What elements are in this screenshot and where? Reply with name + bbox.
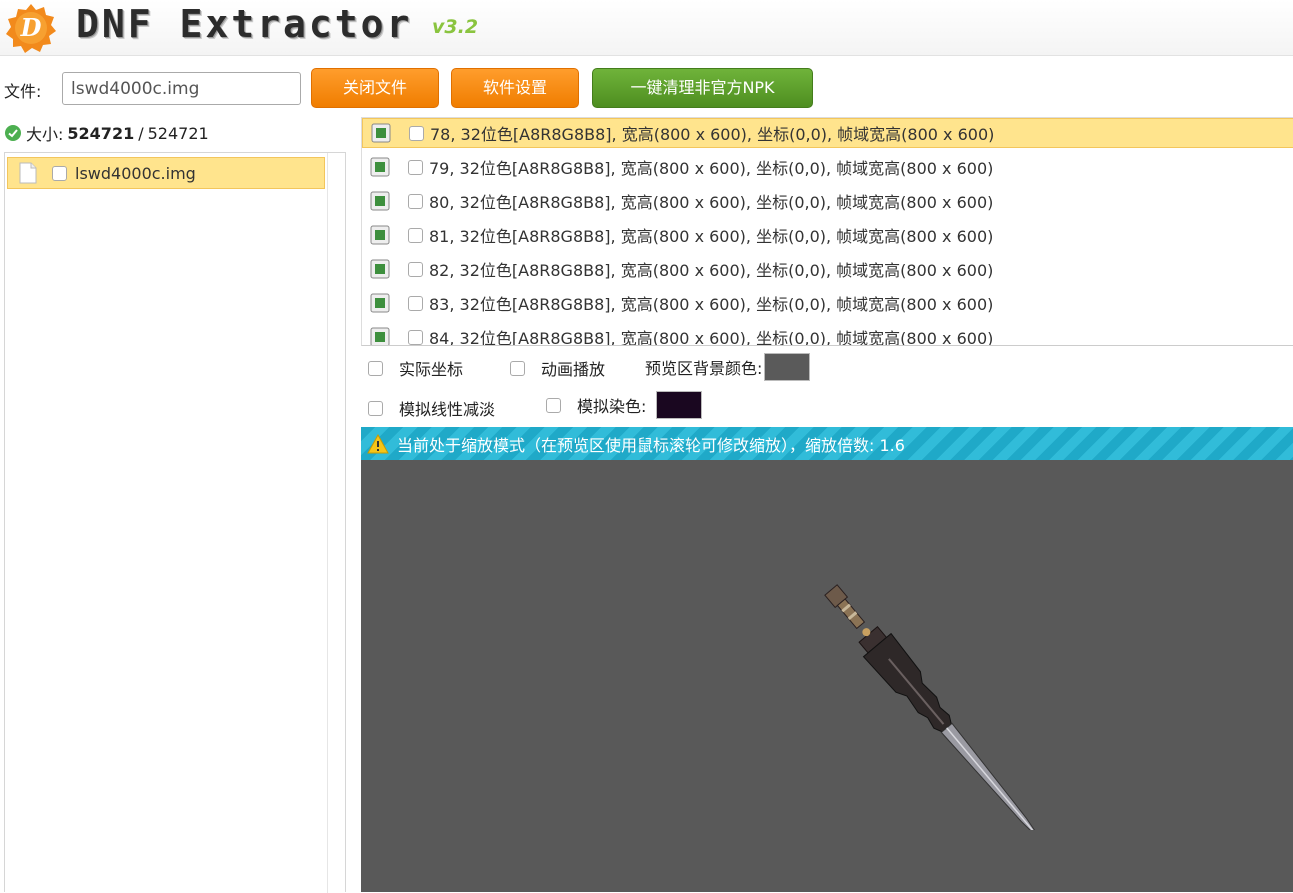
option-bg-color: 预览区背景颜色: — [645, 353, 811, 381]
frame-text: 83, 32位色[A8R8G8B8], 宽高(800 x 600), 坐标(0,… — [429, 295, 994, 314]
bg-color-swatch[interactable] — [764, 353, 811, 381]
app-header: D DNF Extractor v3.2 — [0, 0, 1293, 56]
sword-sprite — [824, 584, 1044, 830]
frame-text: 79, 32位色[A8R8G8B8], 宽高(800 x 600), 坐标(0,… — [429, 159, 994, 178]
actual-coords-checkbox[interactable] — [368, 360, 383, 376]
frame-row[interactable]: 81, 32位色[A8R8G8B8], 宽高(800 x 600), 坐标(0,… — [362, 220, 1293, 250]
actual-coords-label: 实际坐标 — [399, 360, 464, 379]
file-icon — [19, 162, 37, 184]
image-icon — [370, 191, 390, 211]
tree-item-checkbox[interactable] — [52, 165, 67, 181]
option-linear-dodge[interactable]: 模拟线性减淡 — [368, 396, 495, 420]
frame-row[interactable]: 82, 32位色[A8R8G8B8], 宽高(800 x 600), 坐标(0,… — [362, 254, 1293, 284]
frame-checkbox[interactable] — [408, 193, 423, 209]
file-label: 文件: — [4, 82, 42, 101]
tint-label: 模拟染色: — [577, 397, 647, 416]
frame-row[interactable]: 80, 32位色[A8R8G8B8], 宽高(800 x 600), 坐标(0,… — [362, 186, 1293, 216]
frame-text: 82, 32位色[A8R8G8B8], 宽高(800 x 600), 坐标(0,… — [429, 261, 994, 280]
image-icon — [370, 327, 390, 345]
file-tree[interactable]: lswd4000c.img — [4, 152, 346, 893]
clean-npk-button[interactable]: 一键清理非官方NPK — [592, 68, 813, 108]
frame-checkbox[interactable] — [408, 295, 423, 311]
tint-color-swatch[interactable] — [656, 391, 703, 419]
zoom-mode-banner: 当前处于缩放模式（在预览区使用鼠标滚轮可修改缩放），缩放倍数: 1.6 — [361, 427, 1293, 460]
app-title: DNF Extractor — [76, 2, 413, 46]
logo-letter: D — [20, 13, 42, 42]
frame-text: 84, 32位色[A8R8G8B8], 宽高(800 x 600), 坐标(0,… — [429, 329, 994, 346]
frame-row[interactable]: 83, 32位色[A8R8G8B8], 宽高(800 x 600), 坐标(0,… — [362, 288, 1293, 318]
frame-checkbox[interactable] — [408, 329, 423, 345]
size-total: 524721 — [147, 123, 209, 143]
size-info: 大小: 524721 / 524721 — [4, 121, 209, 145]
frame-row[interactable]: 78, 32位色[A8R8G8B8], 宽高(800 x 600), 坐标(0,… — [362, 118, 1293, 148]
image-icon — [370, 293, 390, 313]
preview-canvas[interactable] — [361, 460, 1293, 892]
close-file-button[interactable]: 关闭文件 — [311, 68, 439, 108]
tree-scrollbar[interactable] — [327, 153, 345, 893]
tree-item-file[interactable]: lswd4000c.img — [7, 157, 325, 189]
zoom-banner-text: 当前处于缩放模式（在预览区使用鼠标滚轮可修改缩放），缩放倍数: 1.6 — [397, 435, 905, 455]
image-icon — [370, 259, 390, 279]
frame-checkbox[interactable] — [408, 227, 423, 243]
size-separator: / — [138, 123, 144, 143]
frame-checkbox[interactable] — [409, 125, 424, 141]
frame-row[interactable]: 79, 32位色[A8R8G8B8], 宽高(800 x 600), 坐标(0,… — [362, 152, 1293, 182]
option-animation[interactable]: 动画播放 — [510, 356, 605, 380]
image-icon — [370, 157, 390, 177]
linear-dodge-checkbox[interactable] — [368, 400, 383, 416]
frame-checkbox[interactable] — [408, 159, 423, 175]
option-actual-coords[interactable]: 实际坐标 — [368, 356, 463, 380]
file-path-input[interactable] — [62, 72, 301, 105]
animation-label: 动画播放 — [541, 360, 606, 379]
frame-text: 78, 32位色[A8R8G8B8], 宽高(800 x 600), 坐标(0,… — [430, 125, 995, 144]
warning-icon — [367, 433, 389, 453]
settings-button[interactable]: 软件设置 — [451, 68, 579, 108]
check-circle-icon — [5, 125, 21, 141]
option-tint[interactable]: 模拟染色: — [546, 391, 703, 419]
frame-row[interactable]: 84, 32位色[A8R8G8B8], 宽高(800 x 600), 坐标(0,… — [362, 322, 1293, 346]
size-label: 大小: — [26, 125, 64, 144]
app-logo-icon: D — [6, 4, 56, 53]
size-current: 524721 — [67, 123, 135, 143]
image-icon — [371, 123, 391, 143]
tree-item-label: lswd4000c.img — [75, 163, 196, 183]
tint-checkbox[interactable] — [546, 397, 561, 413]
app-version: v3.2 — [432, 16, 479, 38]
linear-dodge-label: 模拟线性减淡 — [399, 400, 496, 419]
frame-list[interactable]: 78, 32位色[A8R8G8B8], 宽高(800 x 600), 坐标(0,… — [361, 117, 1293, 346]
bg-color-label: 预览区背景颜色: — [645, 359, 763, 378]
frame-checkbox[interactable] — [408, 261, 423, 277]
image-icon — [370, 225, 390, 245]
frame-text: 81, 32位色[A8R8G8B8], 宽高(800 x 600), 坐标(0,… — [429, 227, 994, 246]
frame-text: 80, 32位色[A8R8G8B8], 宽高(800 x 600), 坐标(0,… — [429, 193, 994, 212]
animation-checkbox[interactable] — [510, 360, 525, 376]
